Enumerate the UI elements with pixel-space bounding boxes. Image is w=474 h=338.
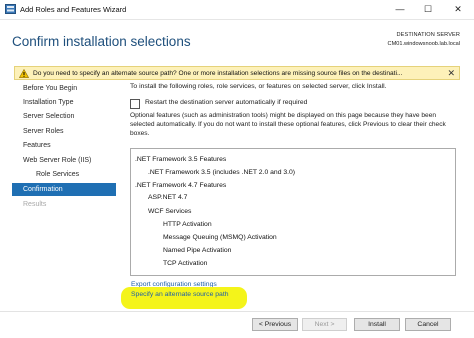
install-button[interactable]: Install [354,318,400,331]
warning-text: Do you need to specify an alternate sour… [33,70,403,77]
nav-item-server-selection[interactable]: Server Selection [12,110,116,123]
nav-item-installation-type[interactable]: Installation Type [12,96,116,109]
list-item: ASP.NET 4.7 [148,194,188,201]
install-instructions: To install the following roles, role ser… [130,83,387,90]
minimize-button[interactable]: — [386,0,414,19]
server-manager-icon [5,4,16,14]
next-button: Next > [302,318,347,331]
nav-item-web-server-role[interactable]: Web Server Role (IIS) [12,154,116,167]
window-titlebar: Add Roles and Features Wizard — ☐ ✕ [0,0,474,20]
alternate-source-path-link[interactable]: Specify an alternate source path [131,291,228,298]
list-item: .NET Framework 4.7 Features [135,182,227,189]
footer-divider [0,311,474,312]
list-item: TCP Activation [163,260,208,267]
nav-item-results: Results [23,201,47,208]
previous-button[interactable]: < Previous [252,318,298,331]
wizard-header: Confirm installation selections DESTINAT… [0,20,474,64]
warning-banner: Do you need to specify an alternate sour… [14,66,460,80]
window-title: Add Roles and Features Wizard [20,5,127,14]
destination-server-name: CM01.windowsnoob.lab.local [387,41,460,47]
destination-server-label: DESTINATION SERVER [396,32,460,38]
nav-item-features[interactable]: Features [12,139,116,152]
nav-item-before-you-begin[interactable]: Before You Begin [12,82,116,95]
optional-features-note: Optional features (such as administratio… [130,112,446,138]
list-item: Named Pipe Activation [163,247,232,254]
nav-item-role-services[interactable]: Role Services [12,168,116,181]
list-item: Message Queuing (MSMQ) Activation [163,234,277,241]
maximize-button[interactable]: ☐ [414,0,442,19]
warning-icon [19,69,29,78]
list-item: HTTP Activation [163,221,212,228]
list-item: WCF Services [148,208,192,215]
restart-checkbox-label[interactable]: Restart the destination server automatic… [145,99,307,106]
warning-close-icon[interactable]: ✕ [447,67,455,80]
features-list: .NET Framework 3.5 Features .NET Framewo… [130,148,456,276]
restart-checkbox[interactable] [130,99,140,109]
nav-item-confirmation[interactable]: Confirmation [12,183,116,196]
list-item: .NET Framework 3.5 Features [135,156,227,163]
close-button[interactable]: ✕ [442,0,474,19]
cancel-button[interactable]: Cancel [405,318,451,331]
page-title: Confirm installation selections [12,34,191,49]
nav-item-server-roles[interactable]: Server Roles [12,125,116,138]
list-item: .NET Framework 3.5 (includes .NET 2.0 an… [148,169,296,176]
